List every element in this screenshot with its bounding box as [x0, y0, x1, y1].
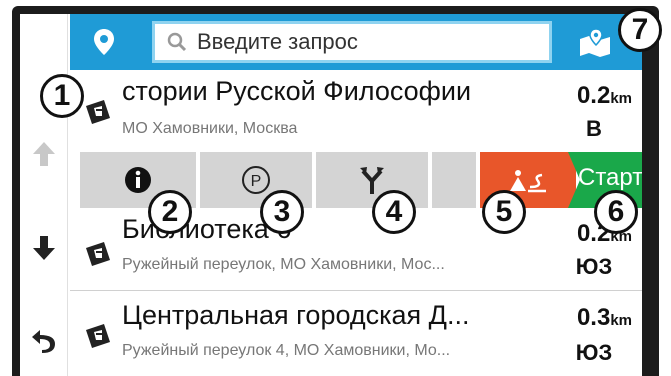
info-icon: [125, 167, 151, 193]
map-view-button[interactable]: [566, 20, 624, 64]
callout-4: 4: [372, 190, 416, 234]
divider: [70, 290, 642, 291]
distance-value: 0.2: [576, 82, 611, 109]
callout-5: 5: [482, 190, 526, 234]
magnifier-icon: [167, 32, 187, 52]
route-options-button[interactable]: [316, 152, 430, 208]
back-button[interactable]: [20, 300, 68, 376]
distance-unit: km: [610, 312, 632, 329]
list-item[interactable]: Центральная городская Д... Ружейный пере…: [70, 292, 642, 376]
parking-icon: P: [242, 166, 270, 194]
arrow-up-icon: [33, 142, 55, 166]
result-distance: 0.3km: [577, 304, 632, 332]
poi-flag-icon: [86, 324, 110, 348]
svg-text:P: P: [251, 173, 262, 190]
search-input[interactable]: Введите запрос: [152, 21, 552, 63]
map-icon: [580, 28, 610, 57]
callout-7: 7: [618, 8, 662, 52]
location-button[interactable]: [78, 20, 130, 64]
poi-flag-icon: [86, 242, 110, 266]
callout-2: 2: [148, 190, 192, 234]
result-direction: ЮЗ: [575, 254, 613, 279]
distance-unit: km: [610, 90, 632, 107]
result-title: стории Русской Философии: [122, 76, 472, 106]
action-spacer: [432, 152, 478, 208]
callout-1: 1: [40, 74, 84, 118]
search-bar: Введите запрос: [70, 14, 642, 70]
distance-value: 0.3: [576, 304, 611, 331]
result-address: Ружейный переулок, МО Хамовники, Мос...: [122, 256, 445, 273]
result-distance: 0.2km: [577, 82, 632, 110]
result-address: Ружейный переулок 4, МО Хамовники, Мо...: [122, 342, 451, 359]
location-pin-icon: [94, 29, 114, 55]
start-label: Старт: [578, 164, 642, 191]
result-direction: В: [586, 116, 602, 141]
route-fork-icon: [360, 167, 384, 194]
route-plan-icon: [510, 170, 546, 193]
scroll-down-button[interactable]: [20, 208, 68, 288]
callout-3: 3: [260, 190, 304, 234]
poi-flag-icon: [86, 100, 110, 124]
scroll-up-button[interactable]: [20, 114, 68, 194]
device-frame: Введите запрос стории Русской Философии …: [0, 0, 671, 376]
callout-6: 6: [594, 190, 638, 234]
back-icon: [32, 330, 55, 353]
list-item[interactable]: стории Русской Философии МО Хамовники, М…: [70, 70, 642, 152]
arrow-down-icon: [33, 236, 55, 260]
result-title: Центральная городская Д...: [122, 300, 470, 330]
search-placeholder: Введите запрос: [197, 29, 358, 54]
sidebar: [20, 14, 68, 376]
result-address: МО Хамовники, Москва: [122, 120, 298, 137]
screen: Введите запрос стории Русской Философии …: [20, 14, 642, 376]
result-direction: ЮЗ: [575, 340, 613, 365]
